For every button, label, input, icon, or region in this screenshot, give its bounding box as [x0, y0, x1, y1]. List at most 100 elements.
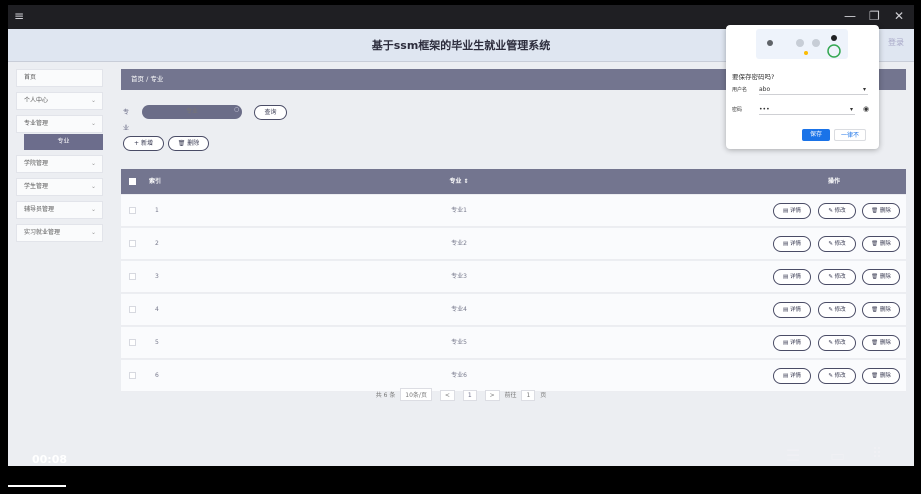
- row-checkbox[interactable]: [129, 339, 136, 346]
- select-all-checkbox[interactable]: [129, 178, 136, 185]
- key-illustration-icon: [767, 35, 841, 58]
- sidebar-item-counselor-mgmt[interactable]: 辅导员管理 ⌄: [16, 201, 103, 219]
- detail-button[interactable]: ▤ 详情: [773, 236, 811, 252]
- playlist-icon[interactable]: ☰: [786, 446, 800, 465]
- query-button[interactable]: 查询: [254, 105, 287, 120]
- chevron-down-icon: ⌄: [90, 183, 96, 190]
- sidebar-item-label: 专业管理: [24, 120, 49, 127]
- detail-button[interactable]: ▤ 详情: [773, 302, 811, 318]
- edit-button[interactable]: ✎ 修改: [818, 269, 856, 285]
- video-frame: ≡ — ❐ ✕ 基于ssm框架的毕业生就业管理系统 登录 首页 个人中心 ⌄ 专业…: [0, 0, 921, 494]
- row-delete-button[interactable]: 🗑 删除: [862, 335, 900, 351]
- goto-input[interactable]: 1: [521, 390, 536, 401]
- sidebar-item-major-mgmt[interactable]: 专业管理 ⌄: [16, 115, 103, 133]
- add-button[interactable]: + 新增: [123, 136, 164, 151]
- login-button[interactable]: 登录: [888, 37, 904, 48]
- delete-button[interactable]: 🗑 删除: [168, 136, 209, 151]
- row-major: 专业3: [451, 273, 467, 280]
- sidebar-item-label: 辅导员管理: [24, 206, 55, 213]
- sidebar-item-internship-mgmt[interactable]: 实习就业管理 ⌄: [16, 224, 103, 242]
- video-timestamp: 00:08: [32, 453, 68, 466]
- table-row: 2 专业2 ▤ 详情 ✎ 修改 🗑 删除: [121, 228, 906, 260]
- chevron-down-icon: ⌄: [90, 120, 96, 127]
- row-major: 专业1: [451, 207, 467, 214]
- row-checkbox[interactable]: [129, 240, 136, 247]
- popup-title: 要保存密码吗?: [732, 73, 775, 81]
- row-checkbox[interactable]: [129, 372, 136, 379]
- username-field[interactable]: abo ▾: [759, 84, 868, 95]
- close-icon[interactable]: ✕: [894, 8, 904, 24]
- row-major: 专业5: [451, 339, 467, 346]
- dropdown-icon: ▾: [849, 106, 853, 113]
- sidebar-item-student-mgmt[interactable]: 学生管理 ⌄: [16, 178, 103, 196]
- next-page-button[interactable]: >: [484, 390, 500, 401]
- sidebar-item-label: 首页: [24, 74, 37, 81]
- row-delete-button[interactable]: 🗑 删除: [862, 302, 900, 318]
- comment-icon[interactable]: ▭: [830, 446, 845, 465]
- page-unit-label: 页: [540, 392, 547, 399]
- edit-button[interactable]: ✎ 修改: [818, 236, 856, 252]
- eye-icon[interactable]: ◉: [863, 105, 869, 113]
- grid-menu-icon[interactable]: ⠿: [872, 446, 882, 462]
- minimize-icon[interactable]: —: [844, 8, 856, 24]
- sidebar-item-profile[interactable]: 个人中心 ⌄: [16, 92, 103, 110]
- chevron-down-icon: ⌄: [90, 97, 96, 104]
- password-label: 密码: [732, 107, 743, 113]
- header-major[interactable]: 专业 ⇕: [159, 169, 759, 194]
- never-save-button[interactable]: 一律不: [834, 129, 866, 141]
- table-header-row: 索引 专业 ⇕ 操作: [121, 169, 906, 195]
- edit-button[interactable]: ✎ 修改: [818, 302, 856, 318]
- sidebar-item-label: 学生管理: [24, 183, 49, 190]
- page-size-select[interactable]: 10条/页: [400, 388, 432, 401]
- menu-icon[interactable]: ≡: [14, 8, 24, 24]
- sidebar-item-label: 学院管理: [24, 160, 49, 167]
- video-controls: 00:08 ☰ ▭ ⠿: [8, 446, 914, 468]
- goto-label: 前往: [504, 392, 517, 399]
- pager-total: 共 6 条: [375, 392, 396, 399]
- current-page[interactable]: 1: [462, 390, 477, 401]
- row-checkbox[interactable]: [129, 273, 136, 280]
- search-input[interactable]: [142, 105, 242, 119]
- row-major: 专业6: [451, 372, 467, 379]
- username-label: 用户名: [732, 87, 748, 93]
- restore-icon[interactable]: ❐: [869, 8, 880, 24]
- edit-button[interactable]: ✎ 修改: [818, 203, 856, 219]
- search-label: 专业: [123, 109, 130, 132]
- table-row: 1 专业1 ▤ 详情 ✎ 修改 🗑 删除: [121, 195, 906, 227]
- row-checkbox[interactable]: [129, 207, 136, 214]
- detail-button[interactable]: ▤ 详情: [773, 368, 811, 384]
- edit-button[interactable]: ✎ 修改: [818, 335, 856, 351]
- chevron-down-icon: ⌄: [90, 229, 96, 236]
- password-value: •••: [759, 106, 770, 113]
- username-value: abo: [759, 86, 771, 93]
- detail-button[interactable]: ▤ 详情: [773, 203, 811, 219]
- table-row: 4 专业4 ▤ 详情 ✎ 修改 🗑 删除: [121, 294, 906, 326]
- row-delete-button[interactable]: 🗑 删除: [862, 269, 900, 285]
- save-password-button[interactable]: 保存: [802, 129, 830, 141]
- detail-button[interactable]: ▤ 详情: [773, 335, 811, 351]
- dropdown-icon: ▾: [862, 86, 866, 93]
- video-progress-bar[interactable]: [8, 485, 66, 487]
- sidebar-item-label: 实习就业管理: [24, 229, 61, 236]
- detail-button[interactable]: ▤ 详情: [773, 269, 811, 285]
- password-field[interactable]: ••• ▾: [759, 104, 855, 115]
- pagination: 共 6 条 10条/页 < 1 > 前往 1 页: [8, 388, 914, 401]
- row-major: 专业4: [451, 306, 467, 313]
- row-delete-button[interactable]: 🗑 删除: [862, 236, 900, 252]
- row-checkbox[interactable]: [129, 306, 136, 313]
- edit-button[interactable]: ✎ 修改: [818, 368, 856, 384]
- sidebar-subitem-major[interactable]: 专业: [24, 134, 103, 150]
- row-delete-button[interactable]: 🗑 删除: [862, 368, 900, 384]
- row-delete-button[interactable]: 🗑 删除: [862, 203, 900, 219]
- header-ops: 操作: [827, 178, 840, 185]
- sidebar-item-home[interactable]: 首页: [16, 69, 103, 87]
- chevron-down-icon: ⌄: [90, 160, 96, 167]
- sidebar-item-college-mgmt[interactable]: 学院管理 ⌄: [16, 155, 103, 173]
- prev-page-button[interactable]: <: [439, 390, 455, 401]
- save-password-popup: 要保存密码吗? 用户名 abo ▾ 密码 ••• ▾ ◉ 保存 一律不: [726, 25, 879, 149]
- password-illustration: [756, 29, 848, 59]
- chevron-down-icon: ⌄: [90, 206, 96, 213]
- row-major: 专业2: [451, 240, 467, 247]
- sidebar-item-label: 个人中心: [24, 97, 49, 104]
- sidebar: 首页 个人中心 ⌄ 专业管理 ⌄ 专业 学院管理 ⌄ 学生管理 ⌄ 辅导员管理 ⌄ 实习就…: [16, 69, 103, 466]
